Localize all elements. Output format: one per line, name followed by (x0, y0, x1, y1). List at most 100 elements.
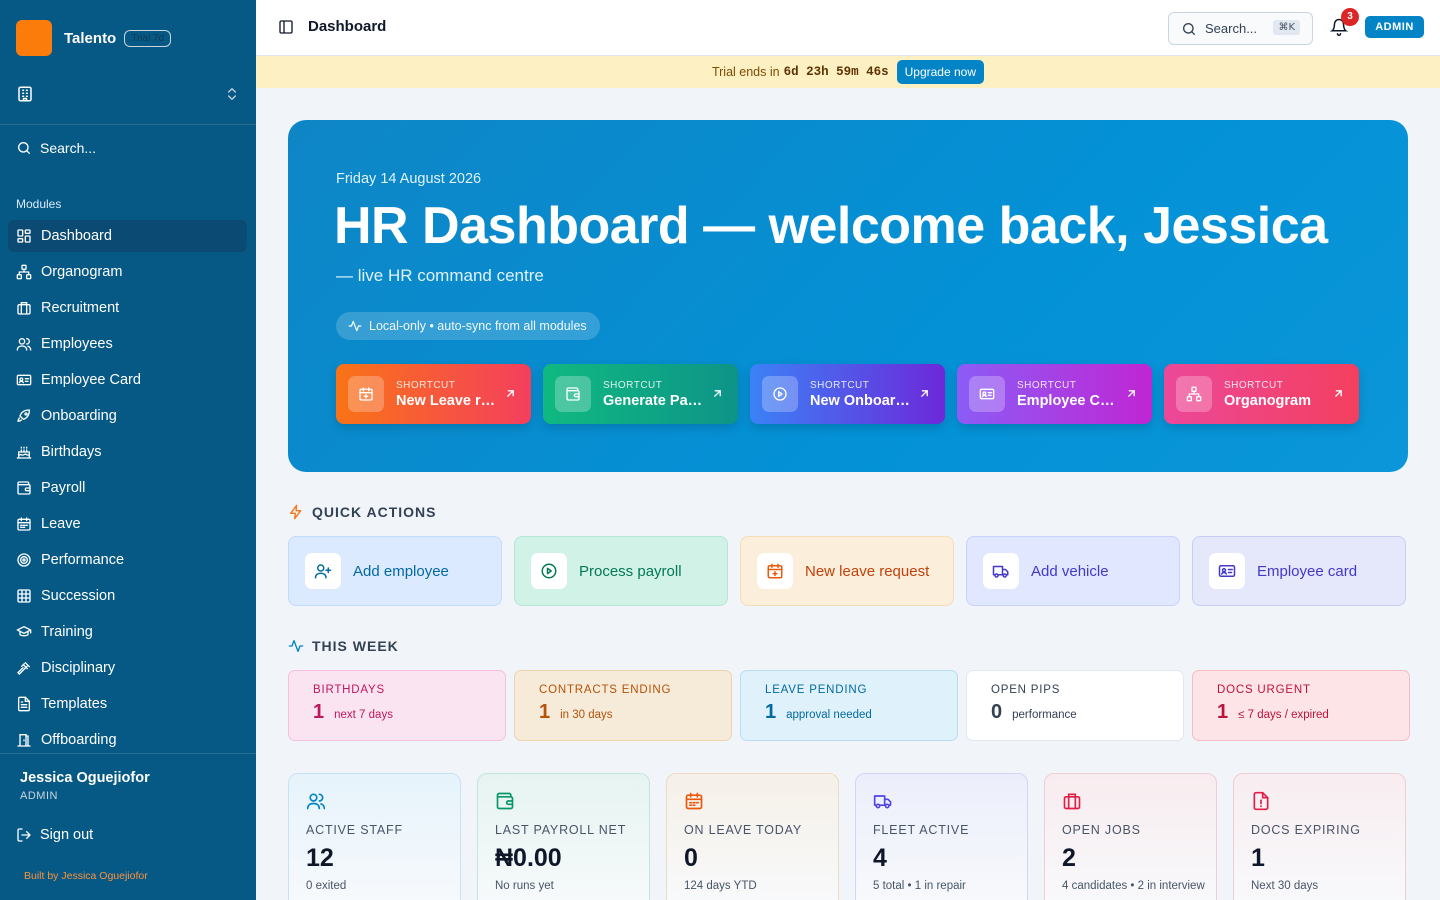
trial-countdown: 6d 23h 59m 46s (783, 65, 889, 79)
week-card-value: 1 (313, 701, 325, 723)
week-card-note: in 30 days (560, 709, 613, 721)
stat-card-active-staff[interactable]: ACTIVE STAFF 12 0 exited (288, 773, 461, 900)
shortcut-title: New Onboarding (810, 392, 910, 409)
activity-icon (348, 319, 369, 333)
shortcut-generate-payslips[interactable]: SHORTCUTGenerate Payslips (543, 364, 738, 424)
app-name: Talento (64, 29, 117, 47)
shortcut-new-onboarding[interactable]: SHORTCUTNew Onboarding (750, 364, 945, 424)
week-card-note: performance (1012, 709, 1077, 721)
document-icon (16, 696, 41, 712)
stat-card-last-payroll[interactable]: LAST PAYROLL NET ₦0.00 No runs yet (477, 773, 650, 900)
sidebar-item-label: Dashboard (41, 228, 112, 244)
sidebar-item-dashboard[interactable]: Dashboard (8, 220, 247, 252)
quick-action-add-vehicle[interactable]: Add vehicle (966, 536, 1180, 606)
shortcut-label: SHORTCUT (603, 379, 663, 391)
user-plus-icon (305, 553, 341, 589)
role-pill: ADMIN (1365, 16, 1424, 38)
arrow-up-right-icon (918, 387, 931, 400)
sidebar-item-label: Payroll (41, 480, 86, 496)
week-card-contracts-ending[interactable]: CONTRACTS ENDING 1 in 30 days (514, 670, 732, 741)
week-card-note: approval needed (786, 709, 872, 721)
sidebar-item-label: Recruitment (41, 300, 120, 316)
shortcut-employee-card[interactable]: SHORTCUT Employee Card (957, 364, 1152, 424)
sidebar-item-label: Employees (41, 336, 113, 352)
sidebar-item-label: Employee Card (41, 372, 141, 388)
shortcut-organogram[interactable]: SHORTCUT Organogram (1164, 364, 1359, 424)
quick-action-employee-card[interactable]: Employee card (1192, 536, 1406, 606)
quick-action-process-payroll[interactable]: Process payroll (514, 536, 728, 606)
header-search[interactable]: Search... ⌘K (1168, 12, 1313, 45)
trial-badge: Trial 7d (124, 29, 172, 47)
stat-value: 2 (1062, 844, 1076, 872)
hero-title: HR Dashboard — welcome back, Jessica (334, 197, 1328, 255)
stat-card-fleet-active[interactable]: FLEET ACTIVE 4 5 total • 1 in repair (855, 773, 1028, 900)
sidebar-item-disciplinary[interactable]: Disciplinary (8, 652, 247, 684)
calendar-plus-icon (757, 553, 793, 589)
built-by-credit: Built by Jessica Oguejiofor (24, 870, 148, 882)
sidebar-item-employee-card[interactable]: Employee Card (8, 364, 247, 396)
stat-note: 4 candidates • 2 in interview (1062, 880, 1205, 892)
wallet-icon (16, 480, 41, 496)
shortcut-new-leave[interactable]: SHORTCUTNew Leave request (336, 364, 531, 424)
quick-action-add-employee[interactable]: Add employee (288, 536, 502, 606)
week-card-birthdays[interactable]: BIRTHDAYS 1 next 7 days (288, 670, 506, 741)
sidebar-item-organogram[interactable]: Organogram (8, 256, 247, 288)
org-switcher[interactable] (16, 82, 240, 106)
week-card-label: CONTRACTS ENDING (539, 684, 672, 696)
week-card-note: next 7 days (334, 709, 393, 721)
week-card-leave-pending[interactable]: LEAVE PENDING 1 approval needed (740, 670, 958, 741)
stat-note: 124 days YTD (684, 880, 757, 892)
sidebar-item-birthdays[interactable]: Birthdays (8, 436, 247, 468)
sidebar: Talento Trial 7d Search... Modules Dashb… (0, 0, 256, 900)
header-search-placeholder: Search... (1205, 21, 1258, 36)
sidebar-item-label: Training (41, 624, 93, 640)
page-title: Dashboard (308, 18, 387, 35)
stat-card-docs-expiring[interactable]: DOCS EXPIRING 1 Next 30 days (1233, 773, 1406, 900)
week-card-docs-urgent[interactable]: DOCS URGENT 1 ≤ 7 days / expired (1192, 670, 1410, 741)
sidebar-item-payroll[interactable]: Payroll (8, 472, 247, 504)
sidebar-item-label: Disciplinary (41, 660, 116, 676)
week-card-note: ≤ 7 days / expired (1238, 709, 1329, 721)
stat-card-open-jobs[interactable]: OPEN JOBS 2 4 candidates • 2 in intervie… (1044, 773, 1217, 900)
quick-action-label: Employee card (1257, 562, 1358, 580)
upgrade-button[interactable]: Upgrade now (896, 60, 985, 84)
sidebar-item-label: Leave (41, 516, 81, 532)
sidebar-item-templates[interactable]: Templates (8, 688, 247, 720)
sidebar-item-employees[interactable]: Employees (8, 328, 247, 360)
calendar-plus-icon (348, 376, 384, 412)
quick-action-new-leave-request[interactable]: New leave request (740, 536, 954, 606)
sidebar-search-label: Search... (40, 140, 97, 156)
sidebar-item-training[interactable]: Training (8, 616, 247, 648)
sidebar-toggle-icon[interactable] (278, 19, 294, 35)
sidebar-item-succession[interactable]: Succession (8, 580, 247, 612)
sidebar-search[interactable]: Search... (16, 138, 96, 158)
grid-icon (16, 588, 41, 604)
modules-label: Modules (16, 197, 62, 211)
hero-banner: Friday 14 August 2026 HR Dashboard — wel… (288, 120, 1408, 472)
sidebar-item-recruitment[interactable]: Recruitment (8, 292, 247, 324)
sign-out-label: Sign out (40, 827, 94, 843)
week-card-label: LEAVE PENDING (765, 684, 868, 696)
sidebar-nav: Dashboard Organogram Recruitment Employe… (8, 220, 247, 760)
user-name: Jessica Oguejiofor (20, 770, 150, 786)
graduation-cap-icon (16, 624, 41, 640)
sign-out-button[interactable]: Sign out (16, 827, 93, 843)
sidebar-item-performance[interactable]: Performance (8, 544, 247, 576)
brand[interactable]: Talento Trial 7d (16, 20, 172, 56)
arrow-up-right-icon (1125, 387, 1138, 400)
stat-note: 5 total • 1 in repair (873, 880, 966, 892)
sidebar-item-leave[interactable]: Leave (8, 508, 247, 540)
shortcut-title: New Leave request (396, 392, 496, 409)
search-icon (1181, 21, 1205, 37)
door-icon (16, 732, 41, 748)
sidebar-item-offboarding[interactable]: Offboarding (8, 724, 247, 756)
week-card-label: OPEN PIPS (991, 684, 1061, 696)
search-icon (16, 140, 40, 156)
sidebar-item-onboarding[interactable]: Onboarding (8, 400, 247, 432)
shortcut-label: SHORTCUT (1224, 379, 1284, 391)
search-shortcut: ⌘K (1273, 20, 1300, 35)
user-profile[interactable]: Jessica Oguejiofor ADMIN (20, 770, 150, 802)
stat-card-on-leave[interactable]: ON LEAVE TODAY 0 124 days YTD (666, 773, 839, 900)
id-card-icon (1209, 553, 1245, 589)
week-card-open-pips[interactable]: OPEN PIPS 0 performance (966, 670, 1184, 741)
